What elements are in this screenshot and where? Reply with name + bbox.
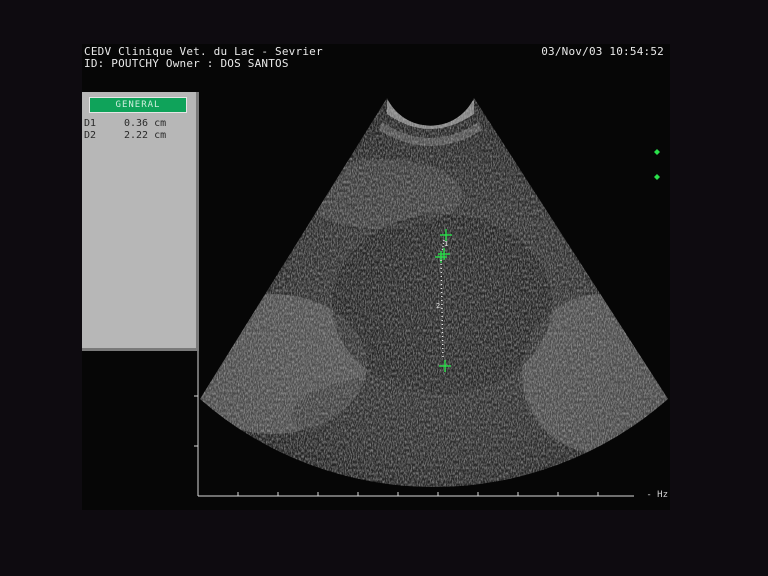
bottom-axis	[197, 492, 634, 497]
measurement-panel: GENERAL D1 0.36 cm D2 2.22 cm	[82, 92, 199, 351]
caliper-label-1: 1	[444, 240, 448, 248]
scan-sector	[200, 98, 668, 488]
general-mode-button[interactable]: GENERAL	[89, 97, 187, 113]
focus-marker-1	[654, 149, 660, 155]
focus-markers	[654, 149, 660, 180]
measurement-value: 0.36 cm	[124, 118, 167, 129]
measurement-label: D2	[84, 130, 97, 141]
measurement-value: 2.22 cm	[124, 130, 167, 141]
focus-marker-2	[654, 174, 660, 180]
ultrasound-screen: 1 2 CEDV Clinique Vet. du Lac - Sevrier …	[82, 44, 670, 510]
measurement-label: D1	[84, 118, 97, 129]
patient-info: ID: POUTCHY Owner : DOS SANTOS	[84, 57, 289, 70]
measurement-row-d1: D1 0.36 cm	[84, 118, 184, 130]
measurement-row-d2: D2 2.22 cm	[84, 130, 184, 142]
exam-datetime: 03/Nov/03 10:54:52	[541, 45, 664, 58]
caliper-label-2: 2	[436, 302, 440, 310]
frequency-label: - Hz	[646, 490, 668, 500]
